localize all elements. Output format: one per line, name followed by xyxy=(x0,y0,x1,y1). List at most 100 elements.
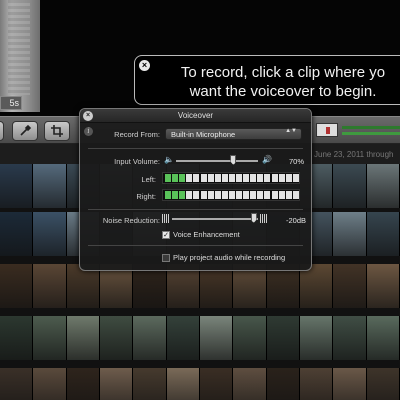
meter-segment xyxy=(264,174,271,182)
clip-thumbnail[interactable] xyxy=(33,264,67,308)
meter-segment xyxy=(165,174,171,182)
noise-reduction-label: Noise Reduction: xyxy=(102,216,160,225)
clip-thumbnail[interactable] xyxy=(66,316,100,360)
record-from-select[interactable]: Built-in Microphone ▲▼ xyxy=(165,128,302,140)
clip-thumbnail[interactable] xyxy=(366,164,400,208)
meter-segment xyxy=(186,174,193,182)
tooltip-line: To record, click a clip where yo xyxy=(180,64,386,81)
toolbar-button[interactable] xyxy=(0,121,4,141)
voice-enhancement-checkbox[interactable]: ✓ xyxy=(162,230,170,239)
meter-segment xyxy=(165,191,171,199)
clip-thumbnail[interactable] xyxy=(200,368,234,400)
clip-thumbnail[interactable] xyxy=(0,264,34,308)
clip-thumbnail[interactable] xyxy=(0,164,34,208)
meter-segment xyxy=(179,174,186,182)
clip-thumbnail[interactable] xyxy=(0,212,34,256)
meter-segment xyxy=(221,191,228,199)
input-volume-slider[interactable] xyxy=(176,160,258,162)
event-date-label: June 23, 2011 through xyxy=(314,150,394,159)
meter-segment xyxy=(264,191,271,199)
clip-thumbnail[interactable] xyxy=(166,368,200,400)
clip-thumbnail[interactable] xyxy=(366,368,400,400)
clip-thumbnail[interactable] xyxy=(0,368,34,400)
noise-reduction-value: -20dB xyxy=(285,216,306,225)
clip-thumbnail[interactable] xyxy=(333,212,367,256)
panel-close-button[interactable]: × xyxy=(83,111,93,121)
record-from-label: Record From: xyxy=(114,130,160,139)
crop-tool-button[interactable] xyxy=(44,121,70,141)
audio-level-control[interactable] xyxy=(316,123,338,137)
meter-segment xyxy=(228,174,235,182)
meter-segment xyxy=(285,191,292,199)
play-project-audio-option[interactable]: Play project audio while recording xyxy=(162,253,285,262)
clip-thumbnail[interactable] xyxy=(333,164,367,208)
meter-segment xyxy=(250,191,257,199)
meter-segment xyxy=(214,174,221,182)
clip-thumbnail[interactable] xyxy=(233,368,267,400)
time-tag: 5s xyxy=(0,96,22,110)
clip-thumbnail[interactable] xyxy=(33,212,67,256)
clip-thumbnail[interactable] xyxy=(366,316,400,360)
tooltip-line: want the voiceover to begin. xyxy=(189,83,377,100)
meter-segment xyxy=(193,174,200,182)
clip-thumbnail[interactable] xyxy=(266,316,300,360)
noise-reduction-slider-knob[interactable] xyxy=(250,213,257,223)
clip-thumbnail[interactable] xyxy=(333,264,367,308)
clip-thumbnail[interactable] xyxy=(0,316,34,360)
clip-thumbnail[interactable] xyxy=(366,264,400,308)
input-volume-label: Input Volume: xyxy=(114,157,160,166)
meter-segment xyxy=(271,174,278,182)
meter-segment xyxy=(186,191,193,199)
meter-segment xyxy=(207,174,214,182)
volume-low-icon: 🔈 xyxy=(164,155,174,164)
clip-thumbnail[interactable] xyxy=(33,164,67,208)
instruction-tooltip: × To record, click a clip where yo want … xyxy=(134,55,400,105)
crop-icon xyxy=(51,125,63,137)
clip-thumbnail[interactable] xyxy=(366,212,400,256)
input-volume-slider-knob[interactable] xyxy=(230,155,237,165)
clip-thumbnail[interactable] xyxy=(266,368,300,400)
clip-thumbnail[interactable] xyxy=(166,316,200,360)
clip-thumbnail[interactable] xyxy=(33,316,67,360)
meter-segment xyxy=(200,174,207,182)
pipette-tool-button[interactable] xyxy=(12,121,38,141)
noise-reduction-slider[interactable] xyxy=(172,218,258,220)
meter-segment xyxy=(292,191,299,199)
meter-segment xyxy=(243,191,250,199)
input-volume-value: 70% xyxy=(288,157,304,166)
clip-thumbnail[interactable] xyxy=(133,368,167,400)
noise-low-icon xyxy=(162,214,170,223)
meter-segment xyxy=(221,174,228,182)
clip-thumbnail[interactable] xyxy=(233,316,267,360)
meter-segment xyxy=(179,191,186,199)
clip-thumbnail[interactable] xyxy=(100,368,134,400)
voice-enhancement-option[interactable]: ✓ Voice Enhancement xyxy=(162,230,240,239)
panel-title: Voiceover xyxy=(80,109,311,123)
left-level-meter xyxy=(162,172,300,184)
clip-thumbnail[interactable] xyxy=(300,316,334,360)
clip-thumbnail[interactable] xyxy=(33,368,67,400)
right-level-meter xyxy=(162,189,300,201)
meter-segment xyxy=(271,191,278,199)
meter-segment xyxy=(214,191,221,199)
clip-thumbnail[interactable] xyxy=(333,316,367,360)
meter-segment xyxy=(200,191,207,199)
clip-thumbnail[interactable] xyxy=(300,368,334,400)
tooltip-close-button[interactable]: × xyxy=(139,60,150,71)
filmstrip-row[interactable] xyxy=(0,316,400,360)
clip-thumbnail[interactable] xyxy=(333,368,367,400)
meter-segment xyxy=(172,191,179,199)
clip-thumbnail[interactable] xyxy=(66,368,100,400)
divider xyxy=(88,148,303,149)
play-project-audio-label: Play project audio while recording xyxy=(173,253,286,262)
clip-thumbnail[interactable] xyxy=(100,316,134,360)
clip-thumbnail[interactable] xyxy=(133,316,167,360)
clip-thumbnail[interactable] xyxy=(200,316,234,360)
play-project-audio-checkbox[interactable] xyxy=(162,253,170,262)
audio-level-bar xyxy=(342,126,400,129)
select-arrows-icon: ▲▼ xyxy=(285,128,297,134)
right-channel-label: Right: xyxy=(136,192,156,201)
meter-segment xyxy=(172,174,179,182)
meter-segment xyxy=(278,191,285,199)
filmstrip-row[interactable] xyxy=(0,368,400,400)
